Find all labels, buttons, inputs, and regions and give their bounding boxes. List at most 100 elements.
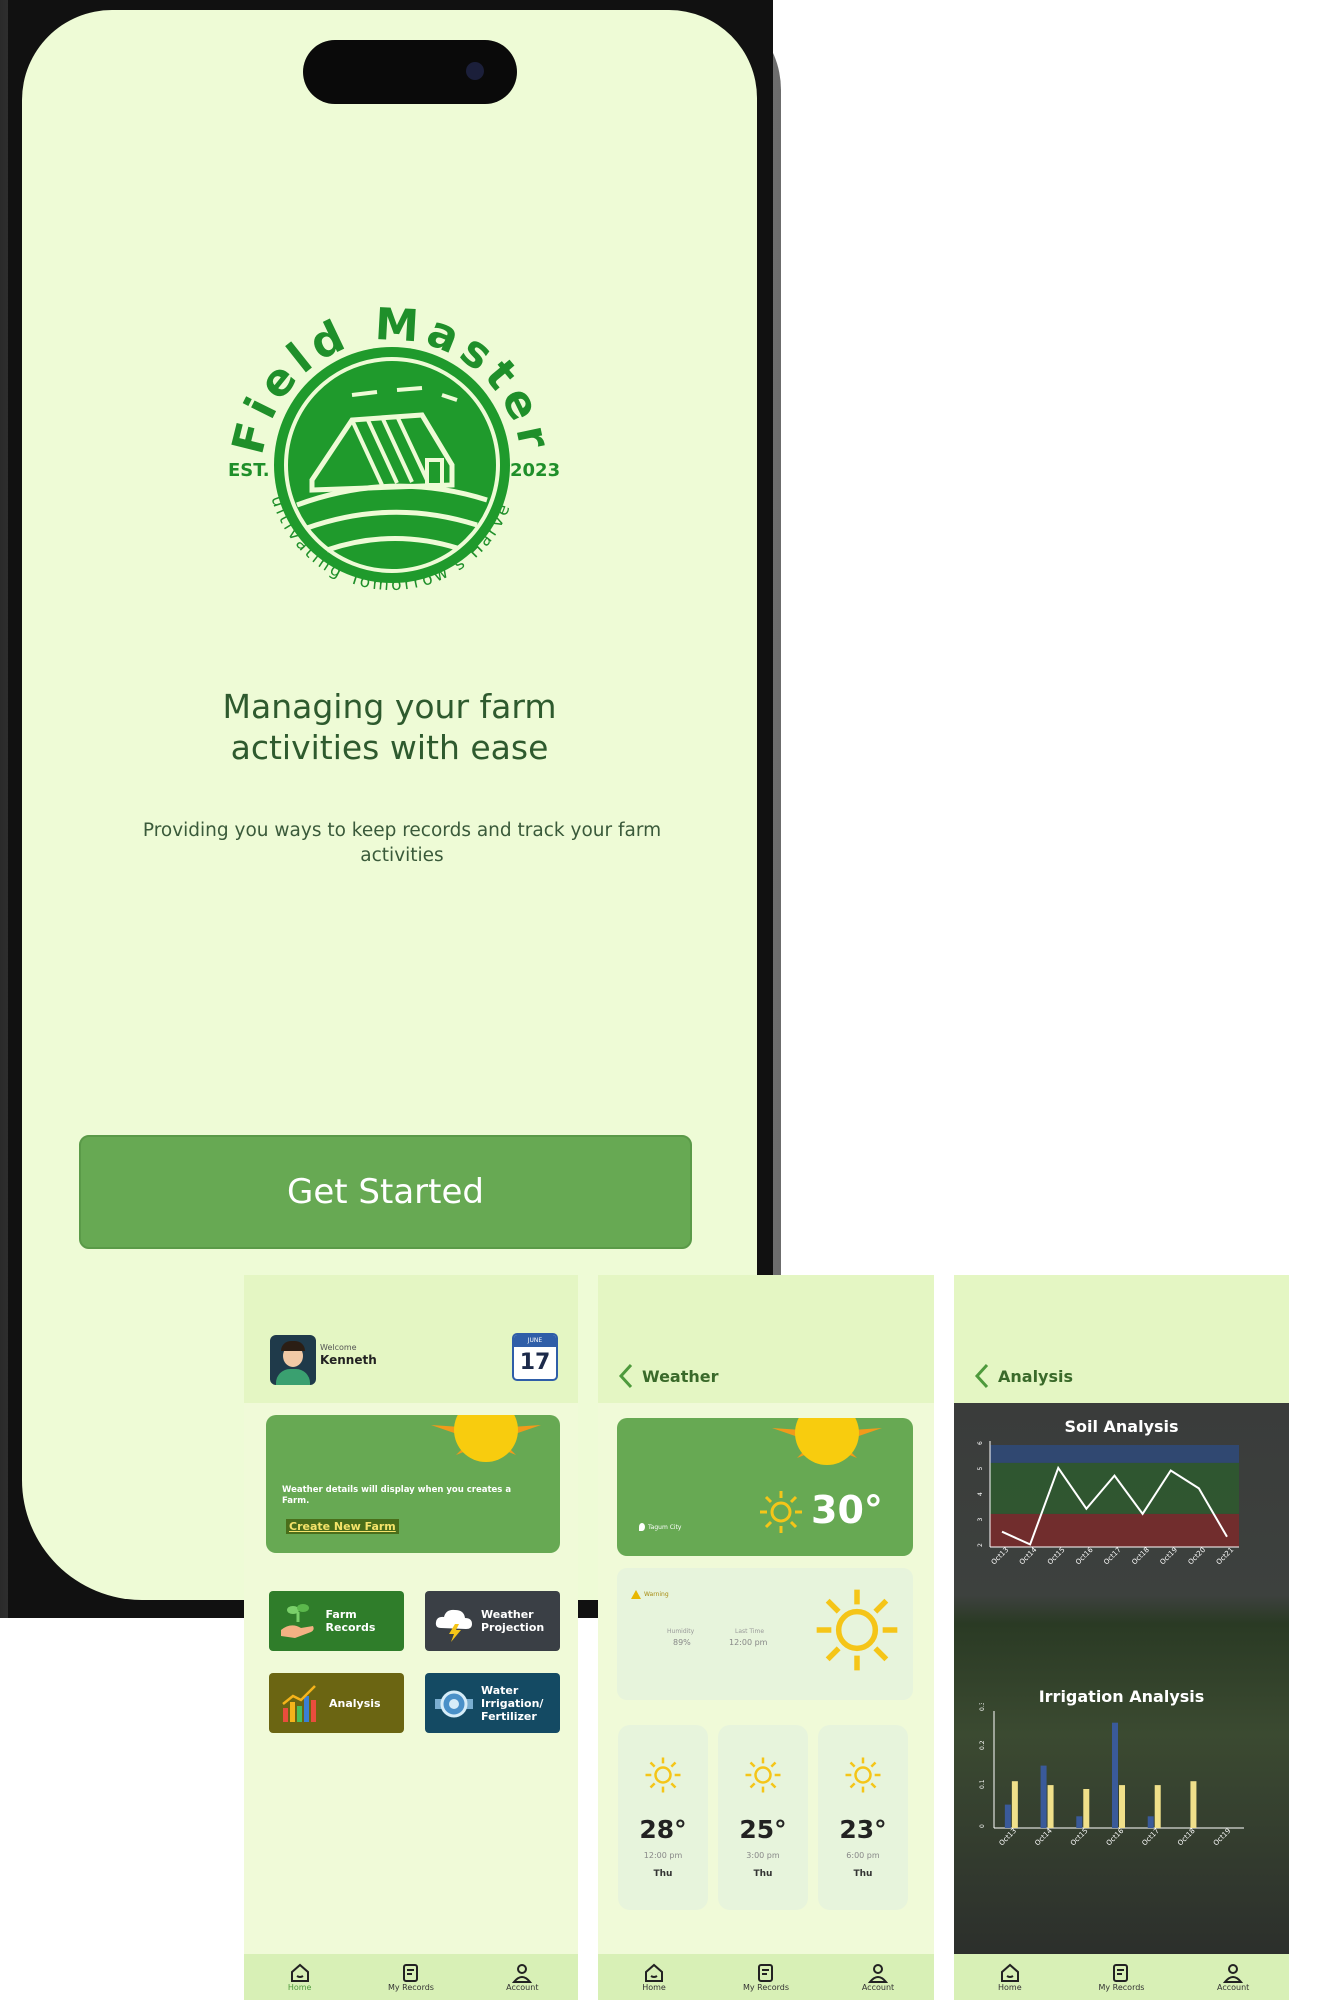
hand-sprout-icon [277, 1598, 320, 1644]
y-tick-label: 0.3 [979, 1703, 986, 1711]
x-tick-label: Oct18 [1176, 1827, 1197, 1848]
nav-account-label: Account [506, 1982, 539, 1992]
y-tick-label: 0.2 [979, 1740, 986, 1750]
calendar-icon[interactable]: JUNE 17 [512, 1333, 558, 1381]
irrigation-analysis-chart: 0 0.1 0.2 0.3 Oct13 Oct14 Oct15 Oct16 Oct17 Oct18… [979, 1703, 1244, 1848]
current-weather-card: Tagum City 30° [617, 1418, 913, 1556]
forecast-day: Thu [853, 1869, 873, 1879]
user-name: Kenneth [320, 1353, 377, 1367]
forecast-day: Thu [653, 1869, 673, 1879]
nav-home[interactable]: Home [619, 1963, 689, 1992]
nav-home-label: Home [287, 1982, 312, 1992]
x-tick-label: Oct16 [1074, 1546, 1095, 1567]
threshold-band [990, 1462, 1239, 1514]
forecast-item: 23° 6:00 pm Thu [818, 1725, 908, 1910]
tile-label: Analysis [329, 1696, 381, 1710]
bar [1147, 1816, 1154, 1828]
tile-weather-projection[interactable]: Weather Projection [425, 1591, 560, 1651]
home-icon [645, 1963, 663, 1982]
location: Tagum City [639, 1523, 681, 1531]
analysis-back[interactable]: Analysis [974, 1363, 1073, 1389]
tile-label: Farm Records [325, 1608, 376, 1634]
logo-year: 2023 [510, 460, 560, 481]
x-tick-label: Oct16 [1105, 1827, 1126, 1848]
x-tick-label: Oct13 [998, 1827, 1019, 1848]
nav-records-label: My Records [1098, 1982, 1145, 1992]
y-tick-label: 0.1 [979, 1779, 986, 1789]
nav-records-label: My Records [387, 1982, 434, 1992]
tile-analysis[interactable]: Analysis [269, 1673, 404, 1733]
bar [1083, 1789, 1090, 1828]
humidity-value: 89% [673, 1638, 691, 1647]
home-icon [1000, 1963, 1019, 1982]
y-tick-label: 6 [977, 1441, 984, 1445]
tile-label: Weather Projection [481, 1608, 545, 1634]
bar [1004, 1804, 1011, 1828]
avatar[interactable] [270, 1335, 316, 1385]
nav-home[interactable]: Home [265, 1963, 335, 1992]
bottom-nav: Home My Records Account [598, 1954, 934, 2000]
nav-records-label: My Records [743, 1982, 789, 1992]
bar [1112, 1722, 1118, 1828]
records-icon [758, 1963, 773, 1982]
sun-outline-icon [645, 1757, 681, 1793]
sun-outline-icon [745, 1757, 781, 1793]
sun-icon [431, 1415, 541, 1462]
x-tick-label: Oct13 [990, 1546, 1011, 1567]
analysis-title: Analysis [998, 1366, 1074, 1386]
records-icon [1113, 1963, 1129, 1982]
y-tick-label: 3 [977, 1518, 984, 1522]
weather-screen: Weather Tagum City 30° Warning Humidity … [598, 1275, 934, 2000]
time-value: 12:00 pm [729, 1638, 768, 1647]
home-icon [290, 1963, 309, 1982]
dynamic-island [303, 40, 517, 104]
forecast-time: 6:00 pm [846, 1851, 880, 1860]
tile-water-irrigation[interactable]: Water Irrigation/ Fertilizer [425, 1673, 560, 1733]
warning-icon [631, 1590, 641, 1599]
y-tick-label: 4 [977, 1492, 984, 1496]
get-started-button[interactable]: Get Started [79, 1135, 692, 1249]
sun-outline-icon [816, 1589, 898, 1671]
logo-est: EST. [228, 460, 270, 481]
tagline: Managing your farm activities with ease [222, 687, 557, 767]
soil-analysis-chart: 2 3 4 5 6 Oct13 Oct14 Oct15 Oct16 Oct17 Oct18 Oct19… [977, 1441, 1239, 1567]
nav-account[interactable]: Account [843, 1963, 913, 1992]
current-temp: 30° [811, 1488, 883, 1532]
account-icon [512, 1963, 533, 1983]
chevron-left-icon [618, 1363, 633, 1389]
time-label: Last Time [735, 1628, 765, 1635]
calendar-day: 17 [519, 1350, 551, 1375]
nav-records[interactable]: My Records [731, 1963, 801, 1992]
location-name: Tagum City [648, 1523, 682, 1531]
nav-account[interactable]: Account [1198, 1963, 1268, 1992]
weather-message: Weather details will display when you cr… [282, 1485, 512, 1506]
bar [1076, 1816, 1083, 1828]
nav-account[interactable]: Account [487, 1963, 557, 1992]
warning-card: Warning Humidity 89% Last Time 12:00 pm [617, 1568, 913, 1700]
nav-home[interactable]: Home [975, 1963, 1045, 1992]
tile-farm-records[interactable]: Farm Records [269, 1591, 404, 1651]
x-tick-label: Oct15 [1069, 1827, 1090, 1848]
forecast-temp: 23° [839, 1815, 887, 1844]
bar [1119, 1785, 1125, 1828]
humidity-label: Humidity [667, 1628, 695, 1635]
nav-account-label: Account [861, 1982, 895, 1992]
x-tick-label: Oct20 [1187, 1546, 1208, 1567]
nav-records[interactable]: My Records [376, 1963, 446, 1992]
nav-records[interactable]: My Records [1086, 1963, 1156, 1992]
nav-account-label: Account [1216, 1982, 1250, 1992]
weather-back[interactable]: Weather [618, 1363, 719, 1389]
cloud-bolt-icon [433, 1598, 475, 1644]
camera-dot [466, 62, 484, 80]
forecast-item: 25° 3:00 pm Thu [718, 1725, 808, 1910]
nav-home-label: Home [998, 1982, 1022, 1992]
forecast-time: 12:00 pm [643, 1851, 683, 1860]
create-farm-link[interactable]: Create New Farm [286, 1519, 399, 1534]
bar [1040, 1765, 1047, 1828]
bar-chart-icon [277, 1680, 323, 1726]
warning-text: Warning [644, 1591, 669, 1598]
subtitle: Providing you ways to keep records and t… [142, 820, 662, 866]
home-screen: Welcome Kenneth JUNE 17 Weather details … [244, 1275, 578, 2000]
nav-home-label: Home [642, 1982, 666, 1992]
forecast-day: Thu [753, 1869, 773, 1879]
